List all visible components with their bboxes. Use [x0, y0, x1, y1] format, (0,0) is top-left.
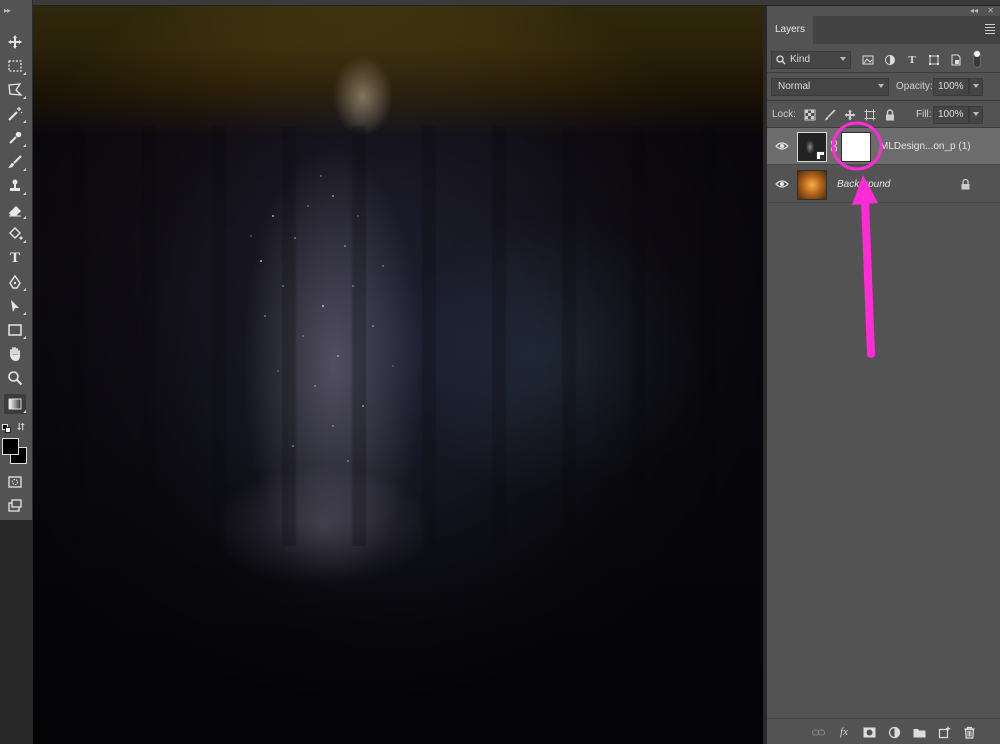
swap-colors-icon[interactable]: ⮃	[17, 422, 25, 433]
panel-collapse-icon[interactable]: ◂◂	[970, 6, 978, 15]
clone-stamp-icon[interactable]	[4, 176, 26, 196]
fill-dropdown-button[interactable]	[969, 106, 983, 124]
magic-wand-icon[interactable]	[4, 104, 26, 124]
filter-adjustment-icon[interactable]	[882, 52, 898, 68]
new-layer-icon[interactable]	[936, 725, 952, 739]
filter-smart-object-icon[interactable]	[948, 52, 964, 68]
lock-artboard-icon[interactable]	[863, 108, 877, 122]
add-mask-icon[interactable]	[861, 725, 877, 739]
zoom-icon[interactable]	[4, 368, 26, 388]
layer-style-fx-icon[interactable]: fx	[836, 725, 852, 739]
fill-value: 100%	[938, 109, 964, 120]
new-group-icon[interactable]	[911, 725, 927, 739]
filter-shape-icon[interactable]	[926, 52, 942, 68]
move-icon[interactable]	[4, 32, 26, 52]
lock-all-icon[interactable]	[883, 108, 897, 122]
opacity-label: Opacity:	[896, 81, 933, 92]
filter-type-icon[interactable]: T	[904, 52, 920, 68]
polygonal-lasso-icon[interactable]	[4, 80, 26, 100]
panel-tab-bar: Layers	[767, 16, 1000, 44]
panel-menu-icon[interactable]	[985, 24, 995, 36]
blend-mode-value: Normal	[778, 81, 811, 92]
rectangle-icon[interactable]	[4, 320, 26, 340]
canvas-vignette	[33, 6, 763, 744]
layer-name[interactable]: MLDesign...on_p (1)	[880, 141, 971, 152]
paint-bucket-icon[interactable]	[4, 224, 26, 244]
tools-panel: ▸▸ T ⮃	[0, 0, 33, 520]
blend-mode-dropdown[interactable]: Normal	[771, 78, 889, 96]
quick-mask-icon[interactable]	[4, 472, 26, 492]
opacity-input[interactable]: 100%	[933, 78, 969, 96]
hand-icon[interactable]	[4, 344, 26, 364]
layers-panel: ◂◂ ✕ Layers Kind T Normal Opacity: 100% …	[766, 6, 1000, 744]
visibility-eye-icon[interactable]	[775, 179, 789, 189]
type-icon[interactable]: T	[4, 248, 26, 268]
document-canvas[interactable]	[33, 6, 763, 744]
rect-marquee-icon[interactable]	[4, 56, 26, 76]
search-icon	[776, 55, 786, 65]
lock-transparent-icon[interactable]	[803, 108, 817, 122]
fill-input[interactable]: 100%	[933, 106, 969, 124]
filter-toggle-switch[interactable]	[973, 50, 981, 68]
screen-mode-icon[interactable]	[4, 496, 26, 516]
layer-row[interactable]: Background	[767, 166, 1000, 203]
fill-label: Fill:	[916, 109, 932, 120]
layer-lock-icon[interactable]	[960, 178, 971, 190]
pen-icon[interactable]	[4, 272, 26, 292]
gradient-icon[interactable]	[4, 394, 26, 414]
toolbar-collapse-icon[interactable]: ▸▸	[4, 6, 11, 15]
layer-thumbnail[interactable]	[797, 132, 827, 162]
lock-position-icon[interactable]	[843, 108, 857, 122]
visibility-eye-icon[interactable]	[775, 141, 789, 151]
smart-object-icon	[816, 151, 825, 160]
delete-layer-icon[interactable]	[961, 725, 977, 739]
adjustment-layer-icon[interactable]	[886, 725, 902, 739]
opacity-dropdown-button[interactable]	[969, 78, 983, 96]
lock-image-pixels-icon[interactable]	[823, 108, 837, 122]
default-colors-icon[interactable]	[2, 424, 11, 433]
layers-bottom-bar: fx	[767, 718, 1000, 744]
mask-link-icon[interactable]	[831, 140, 837, 152]
tab-layers[interactable]: Layers	[767, 16, 814, 44]
brush-icon[interactable]	[4, 152, 26, 172]
opacity-value: 100%	[938, 81, 964, 92]
layer-filter-kind-dropdown[interactable]: Kind	[771, 51, 851, 69]
foreground-color-swatch[interactable]	[2, 438, 19, 455]
link-layers-icon[interactable]	[810, 725, 826, 739]
panel-close-icon[interactable]: ✕	[987, 6, 994, 15]
layer-row[interactable]: MLDesign...on_p (1)	[767, 128, 1000, 165]
filter-kind-label: Kind	[790, 54, 811, 65]
lock-label: Lock:	[772, 109, 796, 120]
filter-pixel-icon[interactable]	[860, 52, 876, 68]
eraser-icon[interactable]	[4, 200, 26, 220]
background-layer-thumbnail[interactable]	[797, 170, 827, 200]
path-select-icon[interactable]	[4, 296, 26, 316]
layer-name[interactable]: Background	[837, 179, 890, 190]
eyedropper-icon[interactable]	[4, 128, 26, 148]
layer-mask-thumbnail[interactable]	[841, 132, 871, 162]
